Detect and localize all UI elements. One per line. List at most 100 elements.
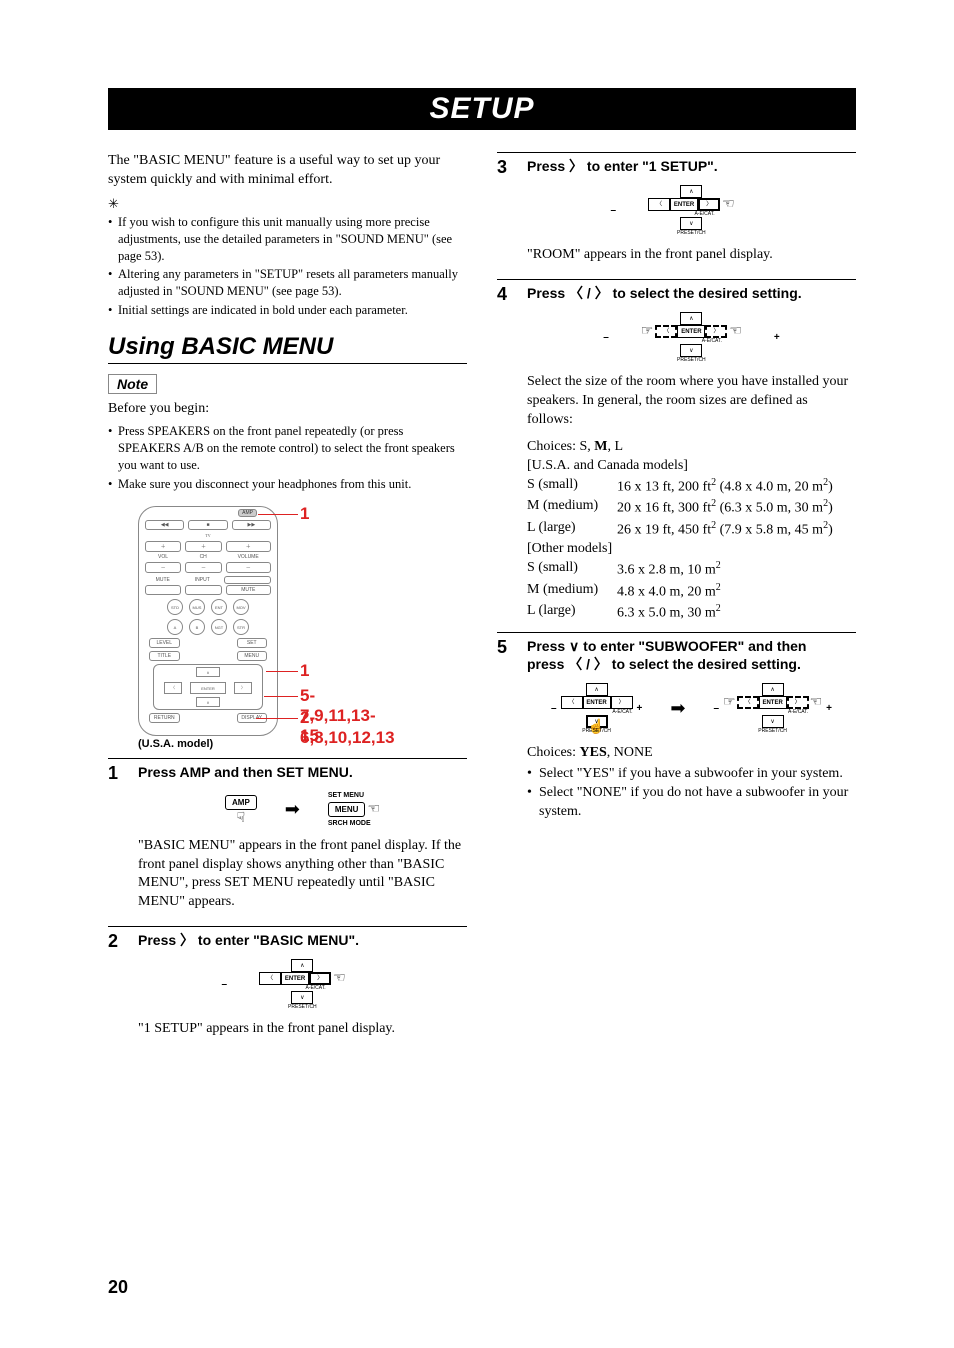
pad-enter: ENTER xyxy=(281,972,309,985)
pad-up: ∧ xyxy=(680,185,702,198)
hand-icon: ☜ xyxy=(367,801,380,818)
step-number: 4 xyxy=(497,284,515,624)
enter-pad-diagram: – ∧ 〈 ENTER 〉 ☜ A-E/CAT. ∨ PRESET/CH xyxy=(138,959,467,1010)
plus-label: + xyxy=(633,703,647,714)
aecat-label: A-E/CAT. xyxy=(702,339,722,344)
tip-item: If you wish to configure this unit manua… xyxy=(108,214,467,265)
ol-key: L (large) xyxy=(527,602,617,624)
pad-down: ∨ xyxy=(291,991,313,1004)
minus-label: – xyxy=(599,332,613,343)
hand-icon: ☟ xyxy=(225,810,257,827)
s-key: S (small) xyxy=(527,476,617,498)
pad-enter: ENTER xyxy=(670,198,698,211)
enter-pad-diagram: – ∧ 〈 ENTER 〉 ☜ A-E/CAT. ∨ PRESET/CH xyxy=(527,185,856,236)
arrow-icon: ➡ xyxy=(670,698,685,719)
h-l2-mid: / xyxy=(582,656,594,672)
double-pad-diagram: – ∧ 〈 ENTER 〉 A-E/CAT. ∨ ☝ xyxy=(527,683,856,734)
tip-icon: ✳ xyxy=(108,196,467,212)
tip-item: Initial settings are indicated in bold u… xyxy=(108,302,467,319)
preset-label: PRESET/CH xyxy=(582,729,611,734)
aecat-label: A-E/CAT. xyxy=(788,710,808,715)
os-key: S (small) xyxy=(527,559,617,581)
heading-mid: / xyxy=(583,285,595,301)
om-val: 4.8 x 4.0 m, 20 m xyxy=(617,584,716,599)
s-val: 16 x 13 ft, 200 ft xyxy=(617,479,711,494)
bullet-item: Select "YES" if you have a subwoofer in … xyxy=(527,765,856,784)
s-val2: (4.8 x 4.0 m, 20 m xyxy=(716,479,823,494)
choices-line: Choices: YES, NONE xyxy=(527,744,856,763)
remote-illustration: AMP ◀◀■▶▶ TV ＋＋＋ VOLCHVOLUME －－－ MUTEINP… xyxy=(138,506,358,750)
room-size-table: [U.S.A. and Canada models] S (small)16 x… xyxy=(527,457,856,624)
step-text: "1 SETUP" appears in the front panel dis… xyxy=(138,1020,467,1039)
minus-label: – xyxy=(547,703,561,714)
page-title-band: SETUP xyxy=(108,88,856,130)
choices-line: Choices: S, M, L xyxy=(527,438,856,457)
before-list: Press SPEAKERS on the front panel repeat… xyxy=(108,423,467,493)
choices-bold: YES xyxy=(580,745,607,760)
heading-post: to enter "BASIC MENU". xyxy=(194,932,359,948)
choices-post: , L xyxy=(608,439,624,454)
preset-label: PRESET/CH xyxy=(288,1005,317,1010)
step-number: 3 xyxy=(497,157,515,271)
h-l1-pre: Press xyxy=(527,638,569,654)
amp-slider: AMP xyxy=(238,509,257,517)
note-label: Note xyxy=(108,374,157,394)
h-l1-post: to enter "SUBWOOFER" and then xyxy=(579,638,806,654)
step-heading: Press AMP and then SET MENU. xyxy=(138,763,467,781)
before-item: Make sure you disconnect your headphones… xyxy=(108,476,467,493)
page-number: 20 xyxy=(108,1277,128,1298)
before-text: Before you begin: xyxy=(108,400,467,419)
plus-label: + xyxy=(770,332,784,343)
before-item: Press SPEAKERS on the front panel repeat… xyxy=(108,423,467,474)
step-number: 1 xyxy=(108,763,126,918)
arrow-icon: ➡ xyxy=(285,799,300,820)
h-l2-post: to select the desired setting. xyxy=(608,656,801,672)
us-label: [U.S.A. and Canada models] xyxy=(527,457,856,476)
pad-up: ∧ xyxy=(586,683,608,696)
aecat-label: A-E/CAT. xyxy=(612,710,632,715)
l-key: L (large) xyxy=(527,519,617,541)
pad-enter: ENTER xyxy=(759,696,787,709)
preset-label: PRESET/CH xyxy=(758,729,787,734)
pad-up: ∧ xyxy=(680,312,702,325)
amp-button-label: AMP xyxy=(225,795,257,810)
pad-down: ∨ xyxy=(680,217,702,230)
m-val2: (6.3 x 5.0 m, 30 m xyxy=(716,501,823,516)
pad-left: 〈 xyxy=(737,696,759,709)
step5-bullets: Select "YES" if you have a subwoofer in … xyxy=(527,765,856,822)
minus-label: – xyxy=(218,979,232,990)
bullet-item: Select "NONE" if you do not have a subwo… xyxy=(527,784,856,822)
intro-text: The "BASIC MENU" feature is a useful way… xyxy=(108,152,467,190)
amp-diagram: AMP ☟ ➡ SET MENU MENU ☜ SRCH MODE xyxy=(138,792,467,827)
step-2: 2 Press 〉 to enter "BASIC MENU". – ∧ 〈 E… xyxy=(108,926,467,1045)
section-heading: Using BASIC MENU xyxy=(108,333,467,364)
pad-up: ∧ xyxy=(762,683,784,696)
pad-right: 〉 xyxy=(698,198,720,211)
minus-label: – xyxy=(607,205,621,216)
enter-pad-diagram: – ∧ ☞ 〈 ENTER 〉 ☜ A-E/CAT. ∨ xyxy=(527,312,856,363)
pad-right: 〉 xyxy=(705,325,727,338)
pad-enter: ENTER xyxy=(583,696,611,709)
choices-bold: M xyxy=(594,439,607,454)
m-val: 20 x 16 ft, 300 ft xyxy=(617,501,711,516)
heading-pre: Press xyxy=(527,158,569,174)
step-text: Select the size of the room where you ha… xyxy=(527,373,856,430)
step-1: 1 Press AMP and then SET MENU. AMP ☟ ➡ S… xyxy=(108,758,467,918)
heading-pre: Press xyxy=(138,932,180,948)
pad-right: 〉 xyxy=(309,972,331,985)
pad-left: 〈 xyxy=(259,972,281,985)
pad-left: 〈 xyxy=(648,198,670,211)
tip-item: Altering any parameters in "SETUP" reset… xyxy=(108,266,467,300)
choices-pre: Choices: xyxy=(527,745,580,760)
ol-val: 6.3 x 5.0 m, 30 m xyxy=(617,606,716,621)
minus-label: – xyxy=(709,703,723,714)
step-5: 5 Press ∨ to enter "SUBWOOFER" and then … xyxy=(497,632,856,822)
callout-4: 2-6,8,10,12,13 xyxy=(300,708,395,748)
pad-down: ∨ xyxy=(680,344,702,357)
step-4: 4 Press 〈 / 〉 to select the desired sett… xyxy=(497,279,856,624)
l-val2: (7.9 x 5.8 m, 45 m xyxy=(716,522,823,537)
heading-post: to enter "1 SETUP". xyxy=(583,158,718,174)
menu-button-label: MENU xyxy=(328,802,366,817)
step-heading: Press 〉 to enter "1 SETUP". xyxy=(527,157,856,175)
om-key: M (medium) xyxy=(527,581,617,603)
